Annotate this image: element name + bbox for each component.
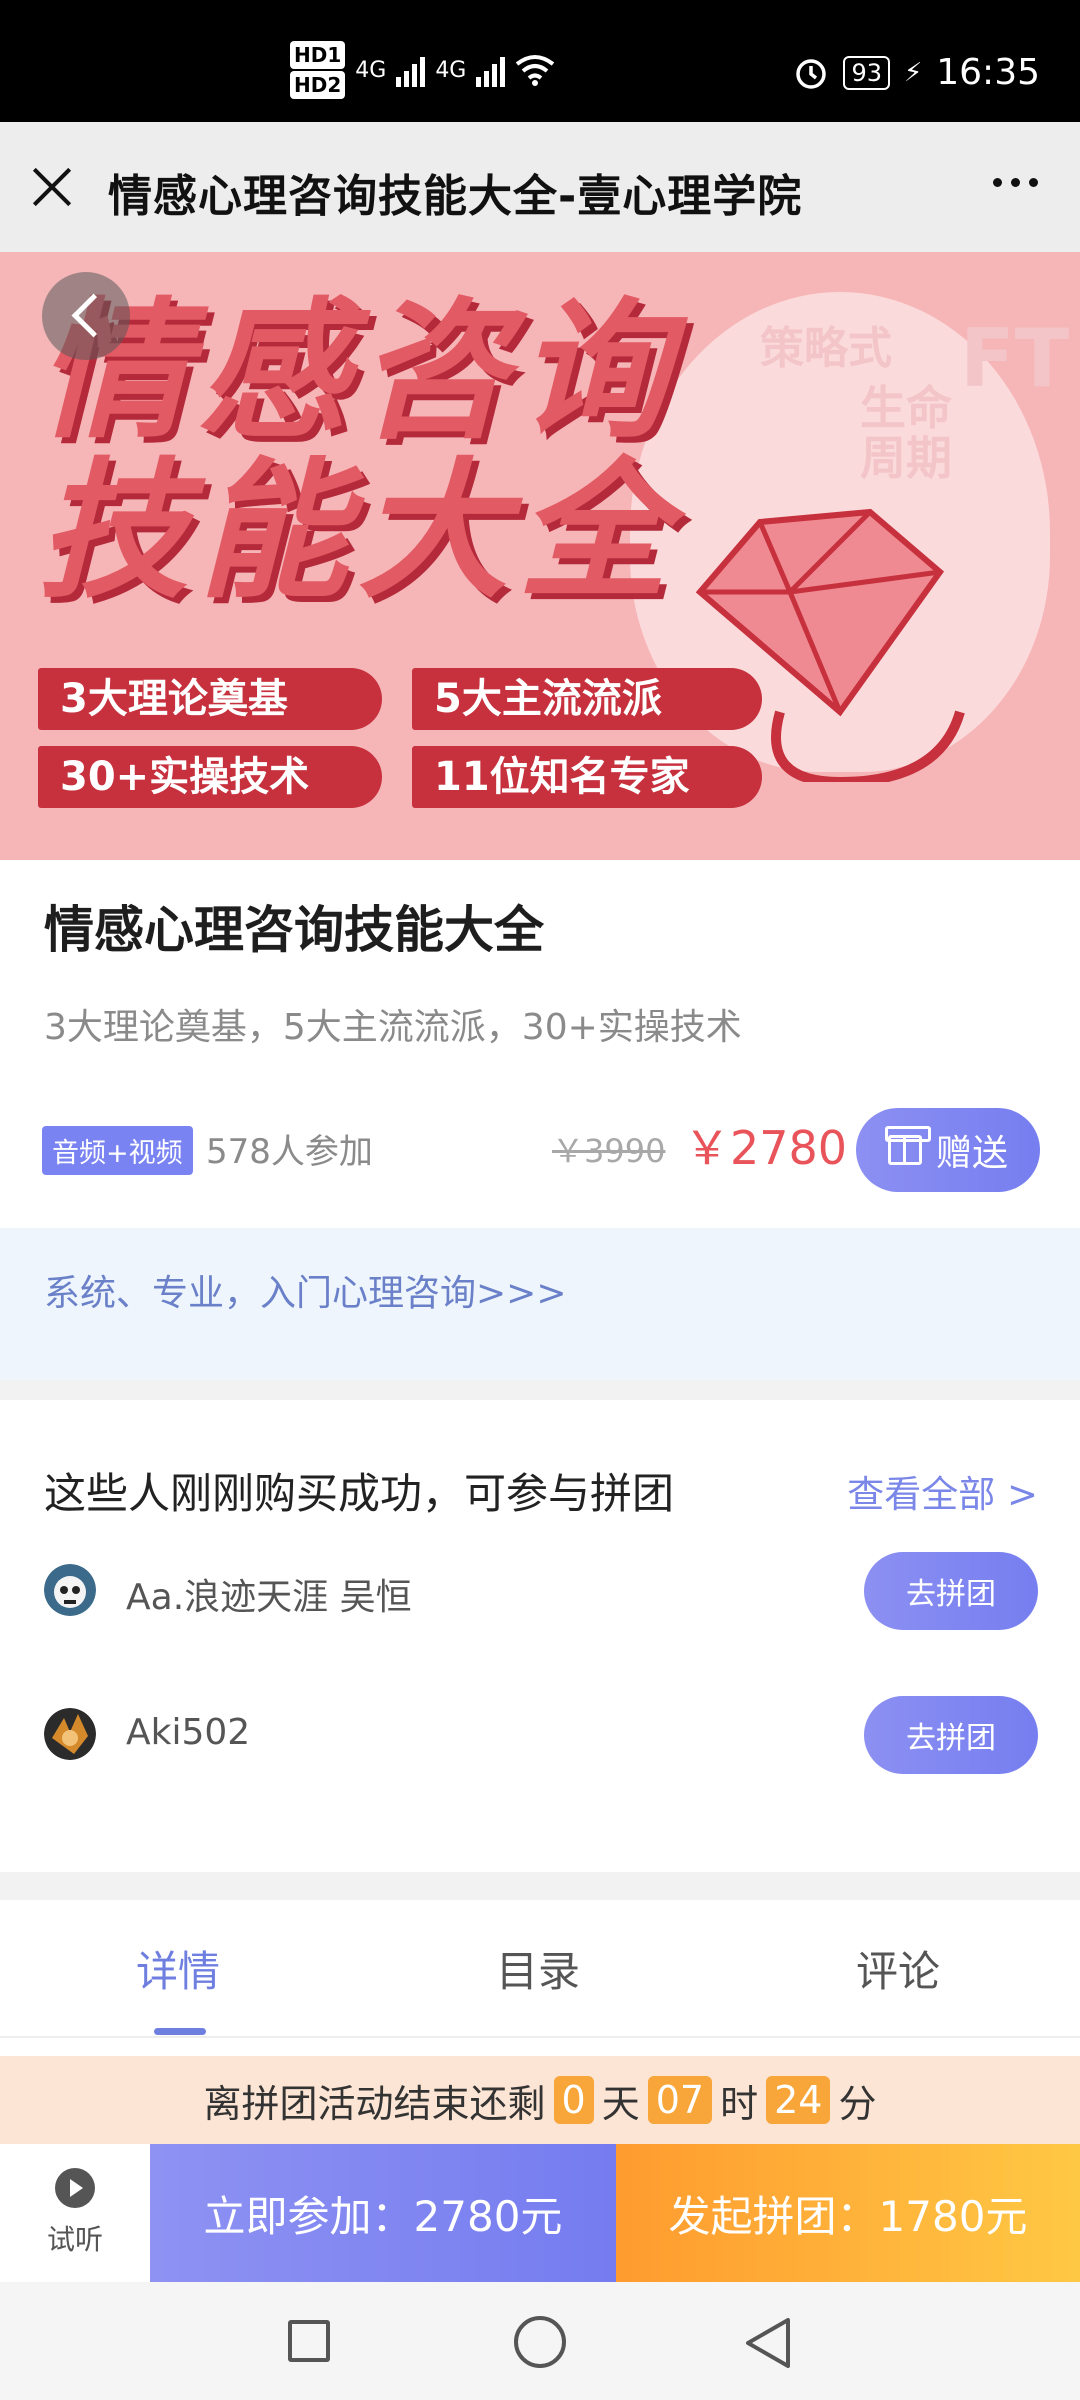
countdown-minutes: 24 — [766, 2076, 831, 2124]
countdown-days-unit: 天 — [601, 2081, 640, 2126]
promo-link[interactable]: 系统、专业，入门心理咨询>>> — [44, 1264, 567, 1316]
list-item: Aa.浪迹天涯 吴恒 去拼团 — [0, 1546, 1080, 1636]
gift-button[interactable]: 赠送 — [856, 1108, 1040, 1192]
banner-pill: 5大主流流派 — [412, 668, 762, 730]
banner-headline-line1: 情感咨询 — [38, 285, 679, 459]
active-tab-indicator — [154, 2028, 206, 2035]
join-group-button[interactable]: 去拼团 — [864, 1696, 1038, 1774]
banner-watermark: FT — [960, 312, 1070, 405]
trial-label: 试听 — [46, 2223, 103, 2256]
hd2-badge: HD2 — [290, 71, 346, 99]
title-bar: 情感心理咨询技能大全-壹心理学院 — [0, 122, 1080, 252]
join-now-button[interactable]: 立即参加：2780元 — [150, 2144, 616, 2282]
bottom-action-bar: 试听 立即参加：2780元 发起拼团：1780元 — [0, 2144, 1080, 2282]
more-options-icon[interactable] — [993, 178, 1038, 187]
diamond-ring-icon — [695, 508, 965, 782]
buyer-name: Aa.浪迹天涯 吴恒 — [126, 1577, 412, 1618]
countdown-days: 0 — [553, 2076, 594, 2124]
battery-level: 93 — [843, 55, 890, 90]
hd1-badge: HD1 — [290, 41, 346, 69]
countdown-minutes-unit: 分 — [838, 2081, 877, 2126]
back-button[interactable] — [42, 272, 130, 360]
banner-pill: 11位知名专家 — [412, 746, 762, 808]
network-indicators: HD1 HD2 4G 4G — [290, 40, 555, 100]
tab-catalog[interactable]: 目录 — [496, 1938, 580, 1999]
start-group-button[interactable]: 发起拼团：1780元 — [616, 2144, 1080, 2282]
trial-button[interactable]: 试听 — [0, 2144, 150, 2282]
network-1-label: 4G — [355, 57, 387, 83]
list-item: Aki502 去拼团 — [0, 1690, 1080, 1780]
banner-watermark: 策略式 — [760, 323, 892, 374]
network-2-label: 4G — [435, 57, 467, 83]
join-group-button[interactable]: 去拼团 — [864, 1552, 1038, 1630]
buyer-name: Aki502 — [126, 1712, 251, 1753]
charging-icon: ⚡ — [903, 57, 923, 88]
content-tabs: 详情 目录 评论 — [0, 1900, 1080, 2038]
avatar — [44, 1708, 96, 1760]
tab-comments[interactable]: 评论 — [856, 1938, 940, 1999]
participant-count: 578人参加 — [206, 1132, 373, 1172]
group-countdown: 离拼团活动结束还剩 0 天 07 时 24 分 — [0, 2056, 1080, 2144]
gift-button-label: 赠送 — [935, 1133, 1008, 1174]
signal-2-icon — [476, 53, 506, 87]
status-right: 93 ⚡ 16:35 — [793, 52, 1040, 93]
play-icon — [55, 2168, 95, 2208]
section-divider — [0, 1380, 1080, 1400]
signal-1-icon — [396, 53, 426, 87]
banner-watermark: 周期 — [860, 431, 952, 485]
avatar — [44, 1564, 96, 1616]
original-price: ￥3990 — [552, 1132, 666, 1170]
banner-headline: 情感咨询 技能大全 — [38, 292, 678, 612]
course-banner: 策略式 生命 周期 FT 情感咨询 技能大全 3大理论奠基 5大主流流派 30+… — [0, 252, 1080, 860]
nav-back-icon[interactable] — [742, 2316, 796, 2370]
media-type-tag: 音频+视频 — [42, 1126, 193, 1175]
banner-pill: 30+实操技术 — [38, 746, 382, 808]
close-icon[interactable] — [30, 164, 74, 208]
current-price: ￥2780 — [684, 1121, 848, 1175]
section-divider — [0, 1872, 1080, 1900]
group-buy-title: 这些人刚刚购买成功，可参与拼团 — [44, 1469, 675, 1518]
banner-pill: 3大理论奠基 — [38, 668, 382, 730]
hd-badges: HD1 HD2 — [290, 40, 346, 100]
countdown-prefix: 离拼团活动结束还剩 — [203, 2081, 546, 2126]
tab-details[interactable]: 详情 — [136, 1938, 220, 1999]
view-all-link[interactable]: 查看全部 > — [847, 1464, 1038, 1518]
course-subtitle: 3大理论奠基，5大主流流派，30+实操技术 — [44, 1007, 742, 1048]
banner-headline-line2: 技能大全 — [38, 445, 679, 619]
promo-section: 系统、专业，入门心理咨询>>> — [0, 1228, 1080, 1380]
gift-icon — [884, 1126, 931, 1165]
status-bar: HD1 HD2 4G 4G 93 ⚡ 16:35 — [0, 0, 1080, 122]
system-nav-bar — [0, 2282, 1080, 2400]
page-title: 情感心理咨询技能大全-壹心理学院 — [108, 171, 803, 222]
countdown-hours: 07 — [647, 2076, 713, 2124]
wifi-icon — [516, 55, 555, 86]
alarm-icon — [796, 58, 827, 89]
course-title: 情感心理咨询技能大全 — [44, 901, 544, 959]
countdown-hours-unit: 时 — [720, 2081, 759, 2126]
recent-apps-icon[interactable] — [288, 2320, 330, 2362]
home-icon[interactable] — [514, 2316, 566, 2368]
clock: 16:35 — [936, 52, 1040, 93]
